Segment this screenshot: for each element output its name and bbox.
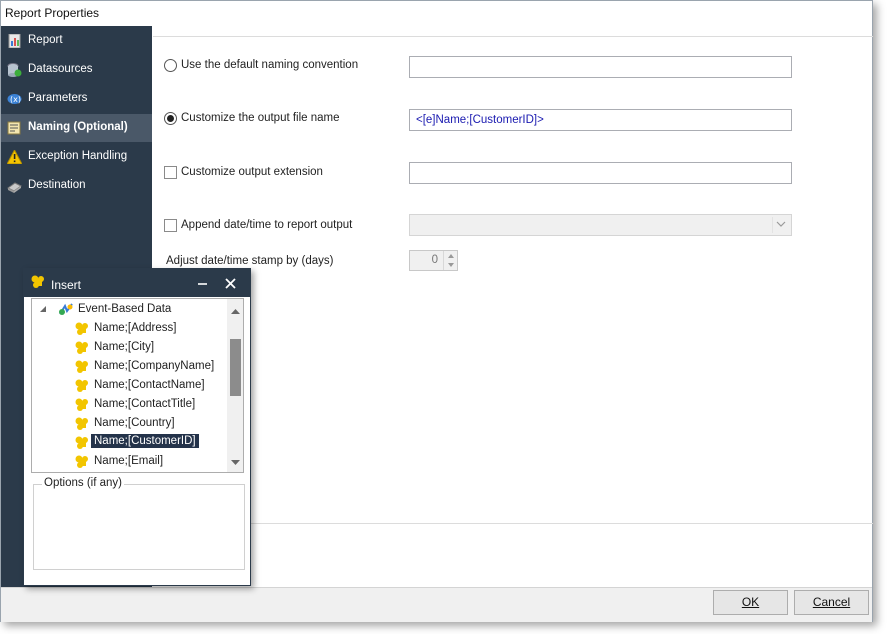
sidebar-item-label: Naming (Optional) [28, 121, 128, 133]
default-naming-radio[interactable] [164, 59, 177, 72]
sidebar-item-label: Parameters [28, 92, 88, 104]
list-item-label: Name;[CustomerID] [91, 434, 199, 448]
list-item-label: Name;[CompanyName] [94, 360, 215, 372]
puzzle-icon [74, 340, 90, 358]
insert-tree[interactable]: Event-Based Data Name;[Address] Name;[Ci… [31, 298, 244, 473]
cancel-button-label: Cancel [812, 595, 851, 609]
puzzle-icon [74, 435, 90, 453]
custom-name-field[interactable]: <[e]Name;[CustomerID]> [409, 109, 792, 131]
adjust-days-value: 0 [431, 254, 438, 266]
sidebar-item-datasources[interactable]: Datasources [1, 56, 152, 84]
list-item-label: Name;[Country] [94, 417, 175, 429]
list-item-label: Name;[Email] [94, 455, 164, 467]
puzzle-icon [30, 274, 46, 293]
insert-panel-title: Insert [51, 278, 82, 292]
datasources-icon [7, 63, 22, 77]
list-item-label: Name;[ContactName] [94, 379, 205, 391]
insert-panel: Insert Event-Based Data Name;[Address] N… [23, 268, 251, 586]
naming-icon [7, 121, 22, 135]
sidebar-item-report[interactable]: Report [1, 27, 152, 55]
puzzle-icon [74, 321, 90, 339]
destination-icon [7, 179, 22, 193]
custom-extension-label: Customize output extension [181, 166, 323, 178]
puzzle-icon [74, 378, 90, 396]
scrollbar-thumb[interactable] [230, 339, 241, 396]
adjust-days-label: Adjust date/time stamp by (days) [166, 255, 334, 267]
list-item-label: Name;[Address] [94, 322, 177, 334]
cancel-button[interactable]: Cancel [794, 590, 869, 615]
chevron-down-icon[interactable] [772, 217, 788, 233]
append-datetime-label: Append date/time to report output [181, 219, 353, 231]
puzzle-icon [74, 416, 90, 434]
svg-text:(x): (x) [10, 95, 21, 104]
custom-name-label: Customize the output file name [181, 112, 340, 124]
list-item-label: Name;[ContactTitle] [94, 398, 196, 410]
puzzle-icon [74, 359, 90, 377]
content-divider-top [153, 36, 873, 37]
content-divider-bottom [153, 523, 873, 524]
datetime-format-select[interactable] [409, 214, 792, 236]
sidebar-item-destination[interactable]: Destination [1, 172, 152, 200]
ok-button-label: OK [741, 595, 760, 609]
append-datetime-checkbox[interactable] [164, 219, 177, 232]
close-icon[interactable] [223, 274, 239, 292]
custom-extension-field[interactable] [409, 162, 792, 184]
custom-extension-checkbox[interactable] [164, 166, 177, 179]
options-group-label: Options (if any) [42, 477, 124, 489]
custom-name-radio[interactable] [164, 112, 177, 125]
stepper-buttons[interactable] [443, 251, 457, 270]
sidebar-item-label: Datasources [28, 63, 93, 75]
scroll-up-icon[interactable] [231, 303, 240, 317]
scroll-down-icon[interactable] [231, 454, 240, 468]
title-bar: Report Properties [1, 1, 872, 26]
database-icon [58, 302, 74, 319]
sidebar-item-label: Report [28, 34, 63, 46]
sidebar-item-naming[interactable]: Naming (Optional) [1, 114, 152, 142]
sidebar-item-parameters[interactable]: (x) Parameters [1, 85, 152, 113]
tree-root-label: Event-Based Data [78, 303, 172, 315]
minimize-icon[interactable] [195, 274, 211, 292]
list-item-label: Name;[City] [94, 341, 155, 353]
default-naming-label: Use the default naming convention [181, 59, 359, 71]
insert-panel-header[interactable]: Insert [24, 269, 250, 297]
sidebar-item-label: Destination [28, 179, 86, 191]
adjust-days-stepper[interactable]: 0 [409, 250, 458, 271]
default-naming-field[interactable] [409, 56, 792, 78]
collapse-triangle-icon[interactable] [40, 304, 48, 316]
puzzle-icon [74, 454, 90, 472]
options-group: Options (if any) [33, 477, 245, 570]
parameters-icon: (x) [7, 92, 22, 106]
puzzle-icon [74, 397, 90, 415]
sidebar-item-label: Exception Handling [28, 150, 128, 162]
warning-icon [6, 148, 23, 165]
sidebar-item-exception-handling[interactable]: Exception Handling [1, 143, 152, 171]
tree-scrollbar[interactable] [227, 299, 243, 472]
ok-button[interactable]: OK [713, 590, 788, 615]
report-icon [7, 33, 22, 49]
window-title: Report Properties [5, 6, 100, 20]
